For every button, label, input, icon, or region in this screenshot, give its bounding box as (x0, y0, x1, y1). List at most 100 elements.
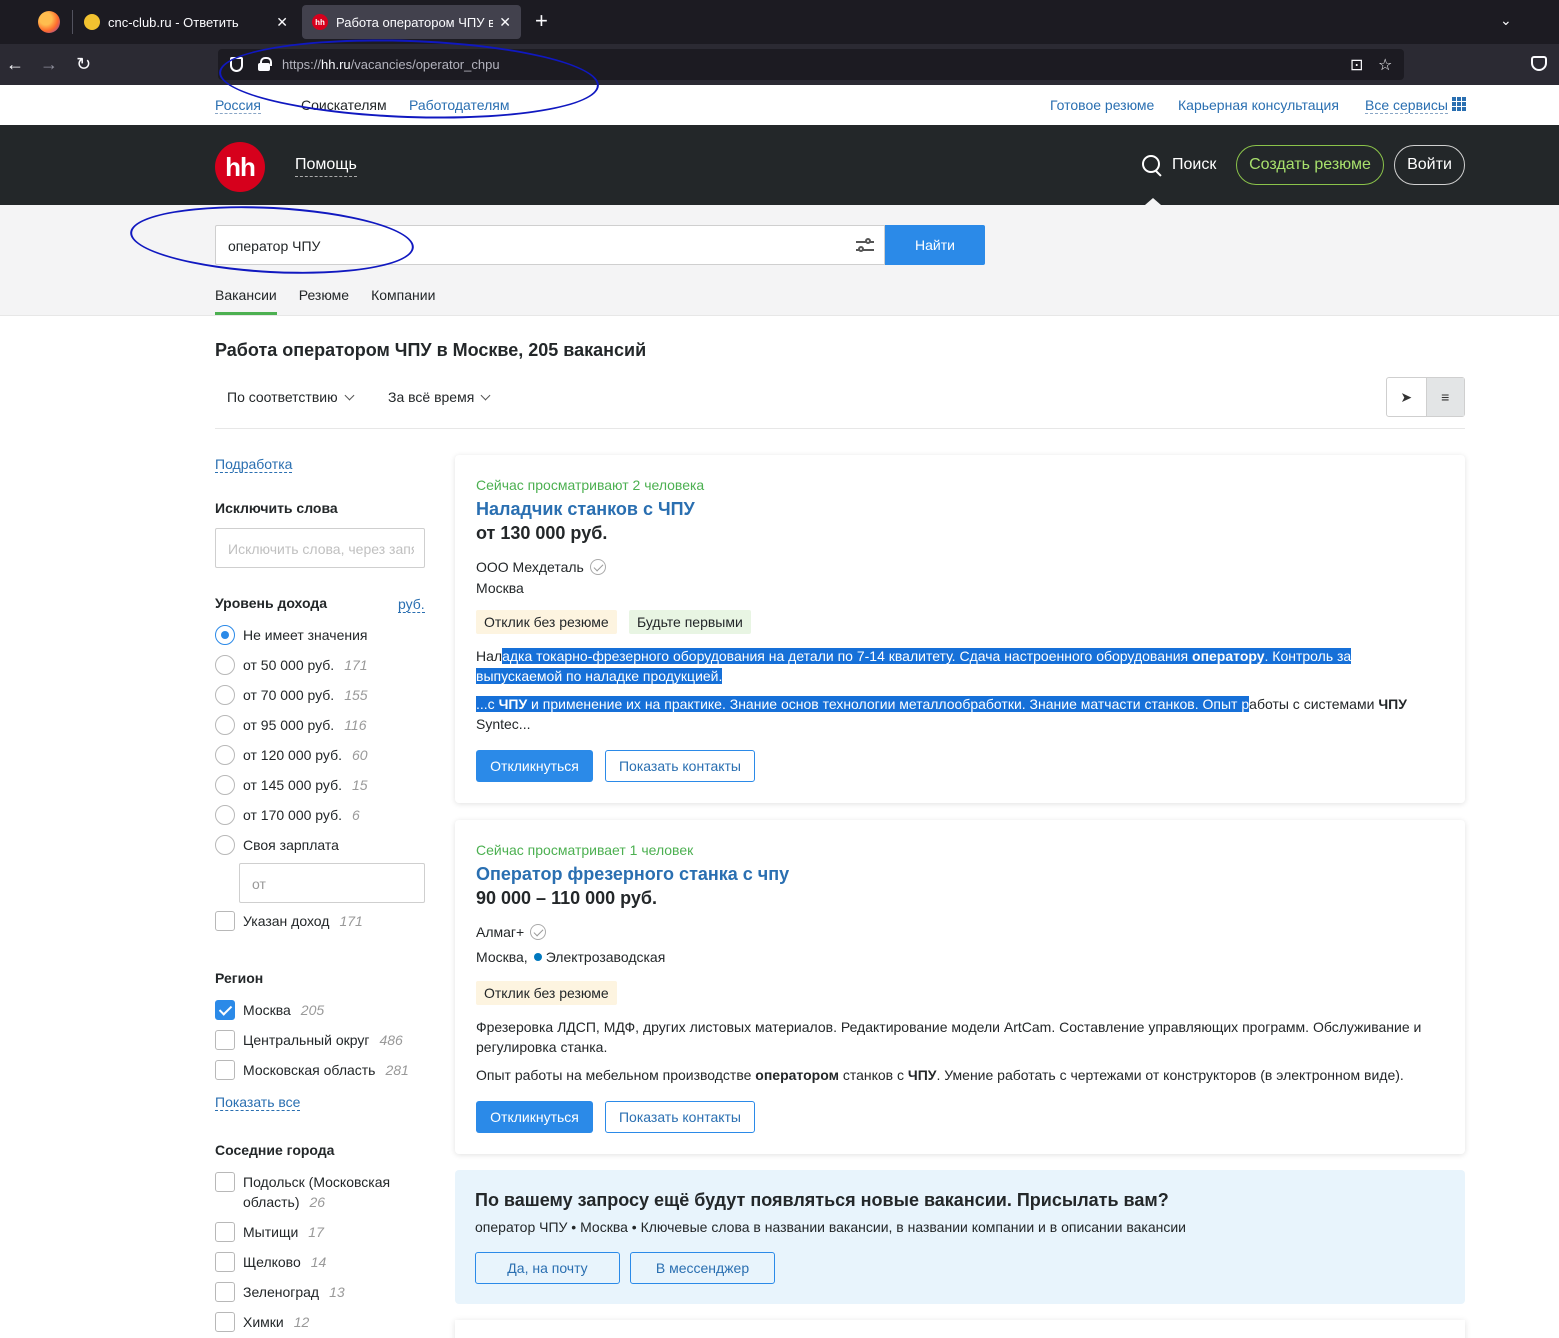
income-option[interactable]: от 145 000 руб. 15 (215, 775, 368, 795)
period-label: За всё время (388, 389, 475, 405)
radio-button[interactable] (215, 775, 235, 795)
vacancy-title-link[interactable]: Оператор фрезерного станка с чпу (476, 864, 789, 885)
nearby-city-option[interactable]: Щелково 14 (215, 1252, 326, 1272)
checkbox[interactable] (215, 1222, 235, 1242)
page-title: Работа оператором ЧПУ в Москве, 205 вака… (215, 340, 647, 360)
search-icon (1142, 155, 1162, 175)
exclude-words-title: Исключить слова (215, 500, 338, 516)
close-tab-icon[interactable]: ✕ (499, 14, 511, 31)
tab-vacancies[interactable]: Вакансии (215, 287, 277, 315)
browser-tab-cnc-club[interactable]: cnc-club.ru - Ответить ✕ (74, 5, 298, 39)
find-button[interactable]: Найти (885, 225, 985, 265)
company-link[interactable]: ООО Мехдеталь (476, 559, 606, 575)
tab-resumes[interactable]: Резюме (299, 287, 349, 315)
respond-button[interactable]: Откликнуться (476, 1101, 593, 1133)
radio-button[interactable] (215, 685, 235, 705)
map-view-button[interactable]: ➤ (1387, 378, 1426, 416)
vacancy-title-link[interactable]: Наладчик станков с ЧПУ (476, 499, 695, 520)
show-contacts-button[interactable]: Показать контакты (605, 1101, 755, 1133)
own-salary-input[interactable]: от (239, 863, 425, 903)
close-tab-icon[interactable]: ✕ (276, 14, 288, 31)
radio-button[interactable] (215, 715, 235, 735)
radio-button[interactable] (215, 655, 235, 675)
region-link[interactable]: Россия (215, 97, 261, 114)
income-option[interactable]: от 50 000 руб. 171 (215, 655, 368, 675)
checkbox[interactable] (215, 911, 235, 931)
vacancy-card: Сейчас просматривают 2 человека Наладчик… (455, 455, 1465, 803)
ready-resume-link[interactable]: Готовое резюме (1050, 97, 1154, 113)
forward-arrow-icon[interactable]: → (40, 53, 58, 75)
radio-button[interactable] (215, 625, 235, 645)
radio-button[interactable] (215, 835, 235, 855)
cnc-club-favicon-icon (84, 14, 100, 30)
checkbox[interactable] (215, 1312, 235, 1332)
no-resume-tag: Отклик без резюме (476, 610, 617, 634)
list-icon: ≡ (1441, 389, 1450, 405)
verified-check-icon (530, 924, 547, 940)
hh-logo[interactable]: hh (215, 142, 265, 192)
top-links-bar: Россия Соискателям Работодателям Готовое… (0, 85, 1559, 125)
back-arrow-icon[interactable]: ← (6, 53, 24, 75)
checkbox[interactable] (215, 1172, 235, 1192)
list-view-button[interactable]: ≡ (1425, 378, 1464, 416)
help-link[interactable]: Помощь (295, 156, 357, 177)
create-resume-button[interactable]: Создать резюме (1236, 145, 1384, 185)
period-dropdown[interactable]: За всё время (388, 389, 491, 405)
respond-button[interactable]: Откликнуться (476, 750, 593, 782)
radio-button[interactable] (215, 745, 235, 765)
chevron-down-icon[interactable]: ⌄ (1500, 12, 1512, 29)
checkbox[interactable] (215, 1000, 235, 1020)
filter-settings-icon[interactable] (856, 238, 874, 254)
tab-companies[interactable]: Компании (371, 287, 435, 315)
income-option[interactable]: от 95 000 руб. 116 (215, 715, 367, 735)
nearby-city-option[interactable]: Химки 12 (215, 1312, 309, 1332)
income-option[interactable]: Своя зарплата (215, 835, 339, 855)
messenger-subscribe-button[interactable]: В мессенджер (630, 1252, 775, 1284)
sort-dropdown[interactable]: По соответствию (227, 389, 355, 405)
firefox-icon[interactable] (38, 11, 60, 33)
own-salary-placeholder: от (252, 876, 266, 892)
region-title: Регион (215, 970, 264, 986)
podrabotka-link[interactable]: Подработка (215, 456, 293, 473)
income-option[interactable]: от 70 000 руб. 155 (215, 685, 368, 705)
checkbox[interactable] (215, 1060, 235, 1080)
income-specified-checkbox[interactable]: Указан доход 171 (215, 911, 363, 931)
nearby-city-option[interactable]: Мытищи 17 (215, 1222, 324, 1242)
region-option[interactable]: Центральный округ 486 (215, 1030, 403, 1050)
reload-icon[interactable]: ↻ (76, 53, 91, 75)
income-option[interactable]: от 170 000 руб. 6 (215, 805, 360, 825)
career-consulting-link[interactable]: Карьерная консультация (1178, 97, 1339, 113)
star-icon[interactable]: ☆ (1378, 55, 1392, 75)
region-option[interactable]: Московская область 281 (215, 1060, 409, 1080)
navigation-arrow-icon: ➤ (1400, 388, 1413, 405)
show-all-regions-link[interactable]: Показать все (215, 1094, 301, 1111)
pocket-icon[interactable] (1531, 56, 1547, 71)
checkbox[interactable] (215, 1282, 235, 1302)
radio-button[interactable] (215, 805, 235, 825)
verified-check-icon (589, 559, 606, 575)
income-option[interactable]: Не имеет значения (215, 625, 367, 645)
all-services-link[interactable]: Все сервисы (1365, 97, 1448, 114)
search-link[interactable]: Поиск (1142, 155, 1216, 175)
income-option[interactable]: от 120 000 руб. 60 (215, 745, 368, 765)
email-subscribe-button[interactable]: Да, на почту (475, 1252, 620, 1284)
subscribe-title: По вашему запросу ещё будут появляться н… (475, 1190, 1169, 1210)
services-grid-icon[interactable] (1452, 97, 1466, 111)
checkbox[interactable] (215, 1030, 235, 1050)
checkbox[interactable] (215, 1252, 235, 1272)
currency-selector[interactable]: руб. (398, 596, 425, 613)
viewing-count: Сейчас просматривают 2 человека (476, 477, 705, 493)
nearby-city-option[interactable]: Подольск (Московская область) 26 (215, 1172, 390, 1212)
exclude-words-input[interactable]: Исключить слова, через запятую (215, 528, 425, 568)
nearby-cities-title: Соседние города (215, 1142, 335, 1158)
browser-tab-hh[interactable]: hh Работа оператором ЧПУ в Мо ✕ (302, 5, 521, 39)
nearby-city-option[interactable]: Зеленоград 13 (215, 1282, 345, 1302)
region-option[interactable]: Москва 205 (215, 1000, 324, 1020)
new-tab-icon[interactable]: + (535, 9, 548, 33)
login-button[interactable]: Войти (1394, 145, 1465, 185)
translate-icon[interactable]: ⊡ (1350, 55, 1363, 75)
chevron-down-icon (480, 390, 491, 400)
vacancy-location: Москва, Электрозаводская (476, 949, 666, 965)
company-link[interactable]: Алмаг+ (476, 924, 547, 940)
show-contacts-button[interactable]: Показать контакты (605, 750, 755, 782)
